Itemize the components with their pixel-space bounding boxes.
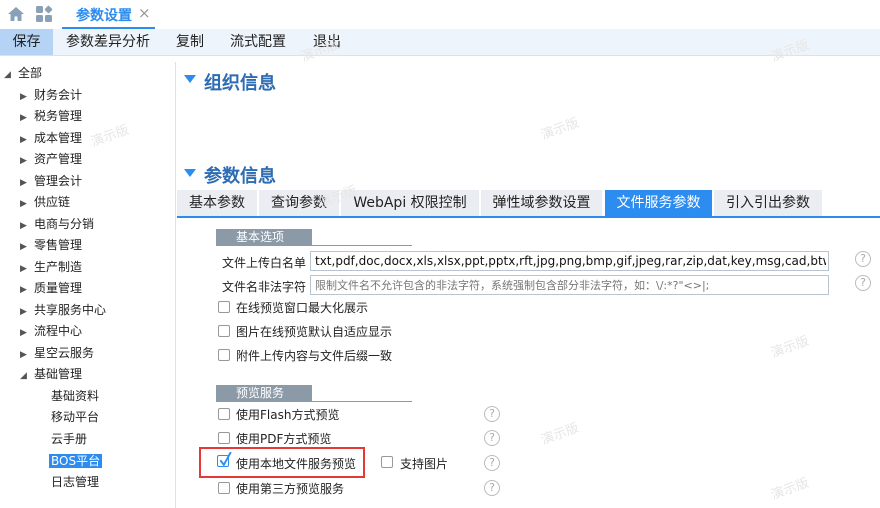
tab-underline (177, 216, 880, 218)
collapse-icon[interactable]: ◢ (4, 65, 18, 86)
maximize-preview-checkbox[interactable] (218, 301, 230, 313)
tree-root[interactable]: ◢ 全部 (4, 63, 42, 84)
tab-file-service-params[interactable]: 文件服务参数 (605, 190, 712, 216)
illegal-chars-input[interactable] (310, 275, 829, 295)
watermark: 演示版 (539, 115, 582, 144)
copy-button[interactable]: 复制 (176, 29, 204, 55)
pdf-preview-label: 使用PDF方式预览 (236, 432, 332, 446)
group-divider (312, 401, 412, 402)
tab-webapi-permission[interactable]: WebApi 权限控制 (341, 190, 479, 216)
home-icon[interactable] (6, 4, 26, 24)
help-icon[interactable]: ? (855, 251, 871, 267)
group-basic-options: 基本选项 (216, 229, 312, 246)
help-icon[interactable]: ? (484, 406, 500, 422)
group-divider (312, 245, 412, 246)
tab-import-export-params[interactable]: 引入引出参数 (714, 190, 822, 216)
tab-flex-field-params[interactable]: 弹性域参数设置 (481, 190, 602, 216)
expand-icon[interactable]: ▶ (20, 173, 34, 194)
image-fit-checkbox[interactable] (218, 325, 230, 337)
expand-icon[interactable]: ▶ (20, 194, 34, 215)
tree-item[interactable]: ▶ 质量管理 (20, 278, 82, 299)
watermark: 演示版 (769, 475, 812, 504)
param-diff-button[interactable]: 参数差异分析 (66, 29, 150, 55)
pdf-preview-checkbox[interactable] (218, 432, 230, 444)
group-preview-service: 预览服务 (216, 385, 312, 402)
collapse-caret-icon[interactable] (184, 169, 196, 177)
collapse-icon[interactable]: ◢ (20, 366, 34, 387)
image-fit-label: 图片在线预览默认自适应显示 (236, 325, 393, 339)
tree-child[interactable]: 云手册 (51, 429, 87, 450)
tree-item[interactable]: ▶ 税务管理 (20, 106, 82, 127)
tree-item[interactable]: ▶ 电商与分销 (20, 214, 94, 235)
watermark: 演示版 (539, 420, 582, 449)
help-icon[interactable]: ? (484, 455, 500, 471)
local-preview-label: 使用本地文件服务预览 (236, 457, 357, 471)
expand-icon[interactable]: ▶ (20, 216, 34, 237)
whitelist-input[interactable] (310, 251, 829, 271)
tree-child[interactable]: 移动平台 (51, 407, 99, 428)
suffix-match-checkbox[interactable] (218, 349, 230, 361)
help-icon[interactable]: ? (855, 275, 871, 291)
third-party-preview-checkbox[interactable] (218, 482, 230, 494)
expand-icon[interactable]: ▶ (20, 345, 34, 366)
third-party-preview-label: 使用第三方预览服务 (236, 482, 345, 496)
tree-item[interactable]: ▶ 星空云服务 (20, 343, 94, 364)
tree-child[interactable]: 日志管理 (51, 472, 99, 493)
expand-icon[interactable]: ▶ (20, 280, 34, 301)
save-button[interactable]: 保存 (0, 29, 53, 55)
expand-icon[interactable]: ▶ (20, 108, 34, 129)
local-preview-checkbox[interactable] (217, 452, 232, 467)
toolbar: 保存 参数差异分析 复制 流式配置 退出 (0, 29, 880, 56)
illegal-chars-label: 文件名非法字符 (222, 280, 307, 294)
help-icon[interactable]: ? (484, 480, 500, 496)
tree-child-selected[interactable]: BOS平台 (49, 451, 103, 472)
support-image-label: 支持图片 (400, 457, 449, 471)
tree-child[interactable]: 基础资料 (51, 386, 99, 407)
tree-item[interactable]: ▶ 管理会计 (20, 171, 82, 192)
suffix-match-label: 附件上传内容与文件后缀一致 (236, 349, 393, 363)
tree-item[interactable]: ▶ 成本管理 (20, 128, 82, 149)
expand-icon[interactable]: ▶ (20, 259, 34, 280)
apps-icon[interactable] (34, 4, 54, 24)
expand-icon[interactable]: ▶ (20, 237, 34, 258)
expand-icon[interactable]: ▶ (20, 130, 34, 151)
tree-item[interactable]: ▶ 共享服务中心 (20, 300, 106, 321)
tab-parameter-settings[interactable]: 参数设置 × (62, 2, 155, 29)
section-param-info: 参数信息 (204, 166, 276, 187)
tree-item[interactable]: ▶ 资产管理 (20, 149, 82, 170)
help-icon[interactable]: ? (484, 430, 500, 446)
expand-icon[interactable]: ▶ (20, 323, 34, 344)
check-icon (219, 452, 232, 466)
flash-preview-checkbox[interactable] (218, 408, 230, 420)
tree-item[interactable]: ▶ 生产制造 (20, 257, 82, 278)
tab-basic-params[interactable]: 基本参数 (177, 190, 257, 216)
expand-icon[interactable]: ▶ (20, 302, 34, 323)
tree-item[interactable]: ▶ 供应链 (20, 192, 70, 213)
expand-icon[interactable]: ▶ (20, 87, 34, 108)
watermark: 演示版 (769, 333, 812, 362)
close-icon[interactable]: × (138, 4, 151, 22)
sidebar-tree: ◢ 全部 ▶ 财务会计 ▶ 税务管理 ▶ 成本管理 ▶ 资产管理 ▶ 管理会计 ▶ 供应链 ▶… (0, 62, 176, 508)
expand-icon[interactable]: ▶ (20, 151, 34, 172)
tab-label: 参数设置 (76, 8, 132, 24)
section-org-info: 组织信息 (204, 73, 276, 94)
top-bar: 参数设置 × (0, 0, 880, 29)
maximize-preview-label: 在线预览窗口最大化展示 (236, 301, 369, 315)
tree-item[interactable]: ◢ 基础管理 (20, 364, 82, 385)
support-image-checkbox[interactable] (381, 456, 393, 468)
tree-item[interactable]: ▶ 财务会计 (20, 85, 82, 106)
whitelist-label: 文件上传白名单 (222, 256, 307, 270)
flash-preview-label: 使用Flash方式预览 (236, 408, 340, 422)
tree-item[interactable]: ▶ 零售管理 (20, 235, 82, 256)
collapse-caret-icon[interactable] (184, 75, 196, 83)
flow-config-button[interactable]: 流式配置 (230, 29, 286, 55)
tree-item[interactable]: ▶ 流程中心 (20, 321, 82, 342)
